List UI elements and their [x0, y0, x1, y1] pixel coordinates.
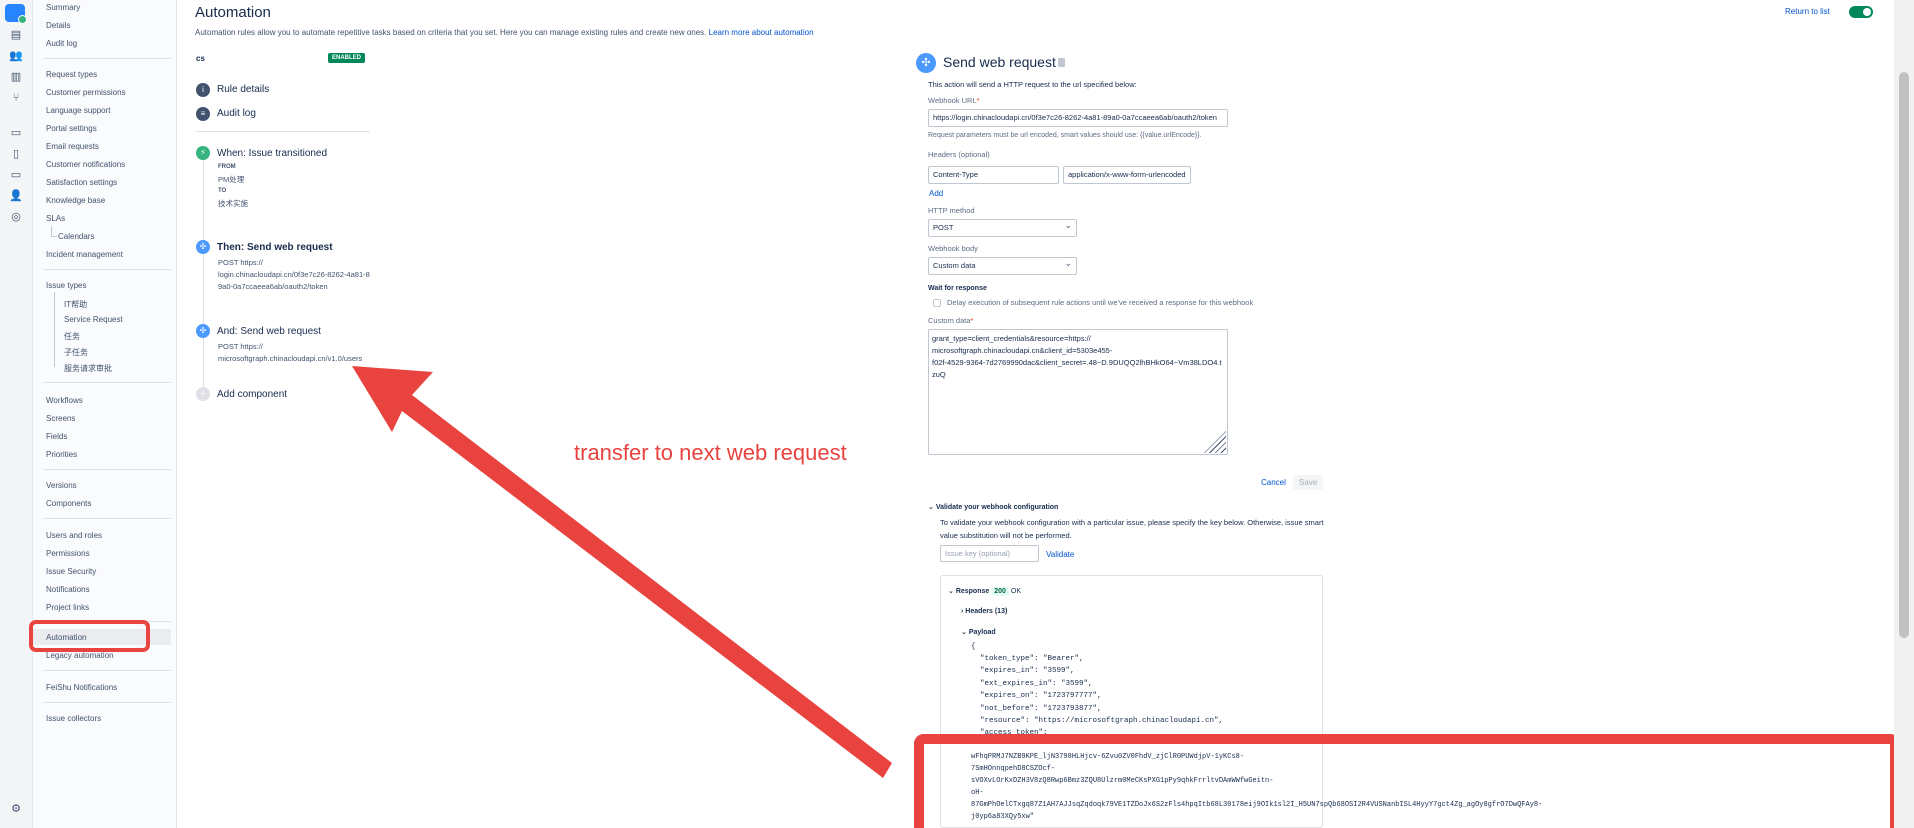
webhook-url-input[interactable]: https://login.chinacloudapi.cn/0f3e7c26-… — [928, 109, 1228, 127]
payload-line: "ext_expires_in": "3599", — [971, 680, 1093, 688]
chevron-down-icon: ⌄ — [948, 588, 956, 595]
validate-text: To validate your webhook configuration w… — [940, 518, 1324, 527]
validate-toggle[interactable]: ⌄ Validate your webhook configuration — [928, 503, 1058, 511]
panel-title: Send web request — [943, 54, 1056, 70]
header-value-input[interactable]: application/x-www-form-urlencoded — [1063, 166, 1191, 184]
custom-data-label: Custom data* — [928, 316, 974, 325]
validate-text: value substitution will not be performed… — [940, 531, 1072, 540]
payload-line: "expires_on": "1723797777", — [971, 692, 1102, 700]
custom-data-textarea[interactable]: grant_type=client_credentials&resource=h… — [928, 329, 1228, 455]
payload-line: "expires_in": "3599", — [971, 667, 1075, 675]
payload-toggle[interactable]: ⌄ Payload — [961, 628, 996, 636]
wait-for-response-label: Wait for response — [928, 285, 987, 292]
header-key-input[interactable]: Content-Type — [928, 166, 1059, 184]
payload-line: { — [971, 643, 976, 651]
page-scrollbar[interactable] — [1894, 0, 1914, 828]
wait-for-response-checkbox[interactable] — [933, 299, 941, 307]
annotation-text: transfer to next web request — [574, 440, 847, 465]
save-button[interactable]: Save — [1293, 475, 1324, 490]
chevron-down-icon: ⌄ — [928, 504, 936, 511]
scrollbar-thumb[interactable] — [1899, 72, 1909, 638]
url-hint: Request parameters must be url encoded, … — [928, 132, 1202, 139]
webhook-body-label: Webhook body — [928, 244, 978, 253]
webhook-icon: ✣ — [916, 53, 936, 73]
panel-description: This action will send a HTTP request to … — [928, 80, 1137, 89]
cancel-button[interactable]: Cancel — [1255, 475, 1292, 490]
payload-line: "token_type": "Bearer", — [971, 655, 1084, 663]
http-method-label: HTTP method — [928, 206, 975, 215]
add-header-link[interactable]: Add — [929, 189, 943, 198]
annotation-highlight-token — [914, 734, 1900, 828]
status-code-badge: 200 — [991, 587, 1009, 596]
trash-icon[interactable] — [1058, 58, 1065, 67]
validate-link[interactable]: Validate — [1046, 550, 1074, 559]
response-header[interactable]: ⌄ Response 200 OK — [948, 587, 1021, 596]
headers-label: Headers (optional) — [928, 150, 990, 159]
payload-line: "not_before": "1723793877", — [971, 705, 1102, 713]
wait-for-response-text: Delay execution of subsequent rule actio… — [947, 298, 1254, 307]
webhook-body-select[interactable]: Custom data — [928, 257, 1077, 275]
http-method-select[interactable]: POST — [928, 219, 1077, 237]
response-headers-toggle[interactable]: › Headers (13) — [961, 608, 1007, 615]
payload-line: "resource": "https://microsoftgraph.chin… — [971, 717, 1224, 725]
webhook-url-label: Webhook URL* — [928, 96, 980, 105]
chevron-down-icon: ⌄ — [961, 629, 969, 636]
issue-key-input[interactable]: Issue key (optional) — [940, 545, 1039, 562]
